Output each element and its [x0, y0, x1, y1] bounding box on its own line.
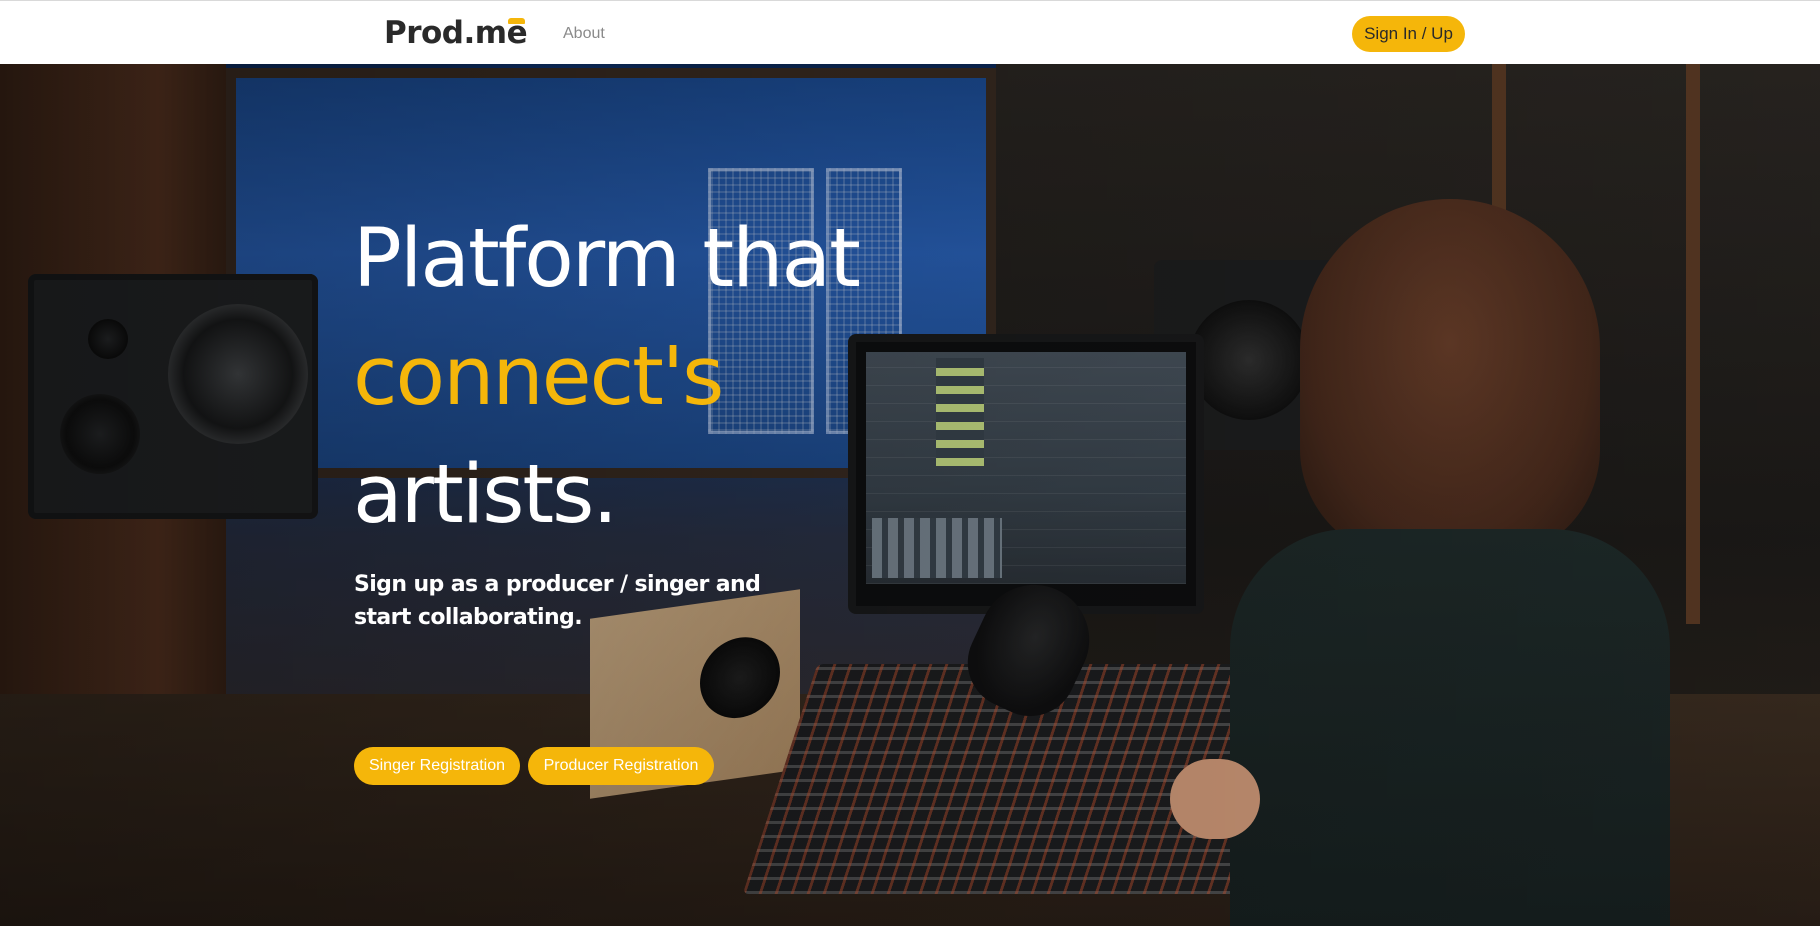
producer-registration-button[interactable]: Producer Registration [528, 747, 714, 785]
sign-in-up-button[interactable]: Sign In / Up [1352, 16, 1465, 52]
hero-subtitle: Sign up as a producer / singer and start… [354, 572, 761, 630]
hero-title-line3: artists. [353, 448, 618, 542]
top-navbar: Prod.me About Sign In / Up [0, 0, 1820, 64]
singer-registration-button[interactable]: Singer Registration [354, 747, 520, 785]
hero-title: Platform that connect's artists. [353, 200, 861, 554]
hero-overlay [0, 64, 1820, 926]
hero-section: Platform that connect's artists. Sign up… [0, 64, 1820, 926]
logo[interactable]: Prod.me [384, 15, 528, 51]
logo-text: Prod.m [384, 15, 507, 51]
hero-title-line1: Platform that [353, 212, 861, 306]
nav-link-about[interactable]: About [563, 25, 605, 43]
logo-accent-letter: e [506, 15, 528, 51]
hero-title-line2-accent: connect's [353, 330, 724, 424]
